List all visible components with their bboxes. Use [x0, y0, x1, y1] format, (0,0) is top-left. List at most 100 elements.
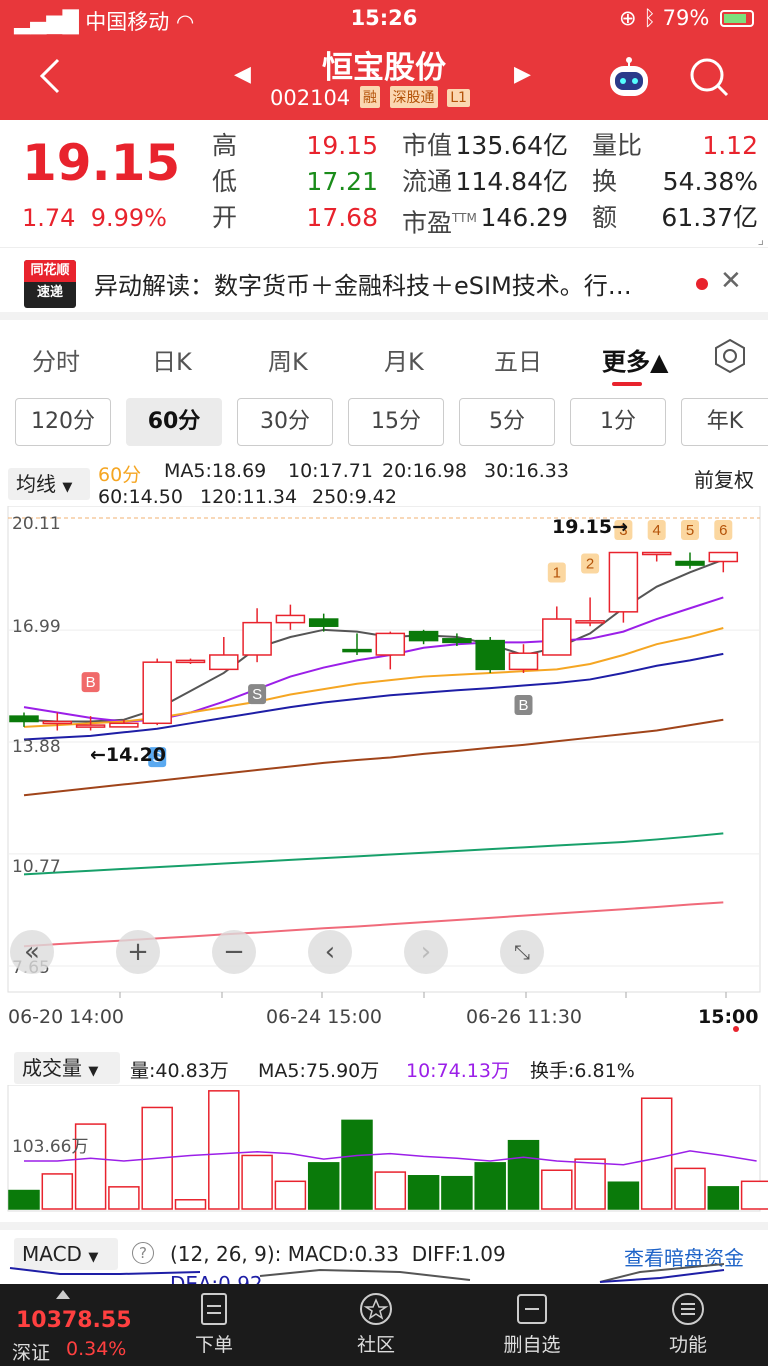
- volume-bar: [707, 1186, 740, 1210]
- search-button[interactable]: [688, 56, 730, 98]
- header: ▂▄▆█ 中国移动 ◠ 15:26 ⊕ ᛒ 79% ◀ 恒宝股份 ▶ 00210…: [0, 0, 768, 120]
- candle-body: [442, 638, 472, 644]
- stock-code-row: 002104 融 深股通 L1: [270, 86, 470, 110]
- current-price: 19.15: [22, 134, 181, 192]
- battery-status: ⊕ ᛒ 79%: [619, 6, 754, 30]
- y-tick: 10.77: [12, 857, 61, 877]
- volume-value: 量:40.83万: [130, 1060, 229, 1082]
- low-value: 17.21: [306, 167, 378, 196]
- caret-up-icon[interactable]: [56, 1290, 70, 1299]
- volume-bar: [208, 1090, 240, 1210]
- market-cap: 135.64亿: [455, 131, 568, 160]
- zoom-out-button[interactable]: −: [212, 930, 256, 974]
- volume-bar: [541, 1169, 573, 1210]
- nav-remove-watchlist[interactable]: 删自选: [482, 1292, 582, 1357]
- fullscreen-button[interactable]: ⤡: [500, 930, 544, 974]
- period-30m[interactable]: 30分: [237, 398, 333, 446]
- tag-margin: 融: [359, 86, 380, 108]
- volume-bar: [108, 1186, 140, 1210]
- search-icon: [690, 58, 729, 97]
- candle-body: [542, 618, 572, 656]
- turnover-amount: 61.37亿: [661, 203, 758, 232]
- star-icon: [360, 1293, 392, 1325]
- adjust-mode[interactable]: 前复权: [694, 464, 754, 493]
- period-yearly[interactable]: 年K: [681, 398, 768, 446]
- trade-marker-label: 6: [719, 522, 727, 539]
- macd-panel: MACD ▼ ? (12, 26, 9): MACD:0.33 DIFF:1.0…: [0, 1222, 768, 1296]
- period-15m[interactable]: 15分: [348, 398, 444, 446]
- volume-tick: 103.66万: [12, 1137, 89, 1157]
- expand-icon[interactable]: ⌟: [757, 232, 764, 248]
- stock-code: 002104: [270, 86, 351, 110]
- gear-icon: [715, 338, 745, 374]
- period-1m[interactable]: 1分: [570, 398, 666, 446]
- volume-bar: [341, 1119, 373, 1210]
- nav-functions[interactable]: 功能: [638, 1292, 738, 1357]
- candle-body: [209, 654, 239, 671]
- tab-timeshare[interactable]: 分时: [32, 342, 80, 377]
- y-tick: 13.88: [12, 737, 61, 757]
- settings-button[interactable]: [712, 338, 748, 374]
- kline-chart[interactable]: BSSB123 4 5 6: [0, 506, 768, 1036]
- nav-order[interactable]: 下单: [164, 1292, 264, 1357]
- tab-weekly[interactable]: 周K: [268, 342, 308, 377]
- nav-community[interactable]: 社区: [326, 1292, 426, 1357]
- scroll-right-button[interactable]: ›: [404, 930, 448, 974]
- quote-col-1: 高 19.15 低 17.21 开 17.68: [212, 128, 378, 236]
- volume-ratio: 1.12: [702, 131, 758, 160]
- ma-line-ma10: [23, 596, 724, 723]
- scroll-left-button[interactable]: ‹: [308, 930, 352, 974]
- ma-selector[interactable]: 均线 ▼: [8, 468, 90, 500]
- battery-icon: [720, 10, 754, 27]
- period-5m[interactable]: 5分: [459, 398, 555, 446]
- news-banner[interactable]: 同花顺 速递 异动解读：数字货币＋金融科技＋eSIM技术。行… ✕: [0, 250, 768, 320]
- volume-bar: [8, 1189, 40, 1210]
- volume-bar: [307, 1162, 340, 1210]
- candle-body: [42, 720, 73, 725]
- tab-five-day[interactable]: 五日: [494, 342, 542, 377]
- tab-monthly[interactable]: 月K: [384, 342, 424, 377]
- candle-body: [175, 659, 206, 664]
- trade-marker-label: S: [252, 686, 262, 703]
- volume-selector[interactable]: 成交量 ▼: [14, 1052, 120, 1084]
- volume-bar: [441, 1175, 473, 1210]
- macd-chart: [9, 1263, 725, 1283]
- quote-col-2: 市值 135.64亿 流通 114.84亿 市盈TTM 146.29: [402, 128, 568, 237]
- volume-bar: [507, 1139, 540, 1210]
- unread-dot-icon: [696, 278, 708, 290]
- assistant-robot-icon[interactable]: [606, 56, 652, 98]
- tab-daily[interactable]: 日K: [152, 342, 192, 377]
- index-value[interactable]: 10378.55: [16, 1308, 132, 1333]
- candle-body: [608, 551, 639, 613]
- candle-body: [275, 614, 306, 624]
- minus-square-icon: [517, 1294, 547, 1324]
- zoom-in-button[interactable]: +: [116, 930, 160, 974]
- volume-chart[interactable]: [0, 1085, 768, 1213]
- candle-body: [475, 639, 505, 671]
- document-icon: [201, 1293, 227, 1325]
- candle-body: [75, 724, 106, 728]
- menu-icon: [672, 1293, 704, 1325]
- volume-bar: [674, 1167, 706, 1210]
- ma-line-ma20: [23, 627, 724, 728]
- trade-marker-label: 5: [686, 522, 694, 539]
- tab-more[interactable]: 更多▲: [602, 342, 668, 377]
- high-price-label: 19.15→: [552, 516, 629, 538]
- quote-col-3: 量比 1.12 换 54.38% 额 61.37亿: [592, 128, 758, 236]
- period-60m[interactable]: 60分: [126, 398, 222, 446]
- close-icon[interactable]: ✕: [720, 266, 742, 296]
- y-tick: 20.11: [12, 514, 61, 534]
- volume-ma5: MA5:75.90万: [258, 1060, 380, 1082]
- candle-body: [675, 560, 705, 566]
- volume-ma10: 10:74.13万: [406, 1060, 510, 1082]
- news-logo: 同花顺 速递: [24, 260, 76, 308]
- period-selector: 120分 60分 30分 15分 5分 1分 年K: [0, 398, 768, 450]
- x-tick: 06-20 14:00: [8, 1006, 125, 1028]
- period-120m[interactable]: 120分: [15, 398, 111, 446]
- ma60-value: 60:14.50: [98, 486, 183, 508]
- rewind-button[interactable]: «: [10, 930, 54, 974]
- live-dot-icon: [733, 1026, 739, 1032]
- status-bar: ▂▄▆█ 中国移动 ◠ 15:26 ⊕ ᛒ 79%: [0, 0, 768, 38]
- ma-period: 60分: [98, 464, 142, 486]
- next-stock-button[interactable]: ▶: [514, 62, 531, 87]
